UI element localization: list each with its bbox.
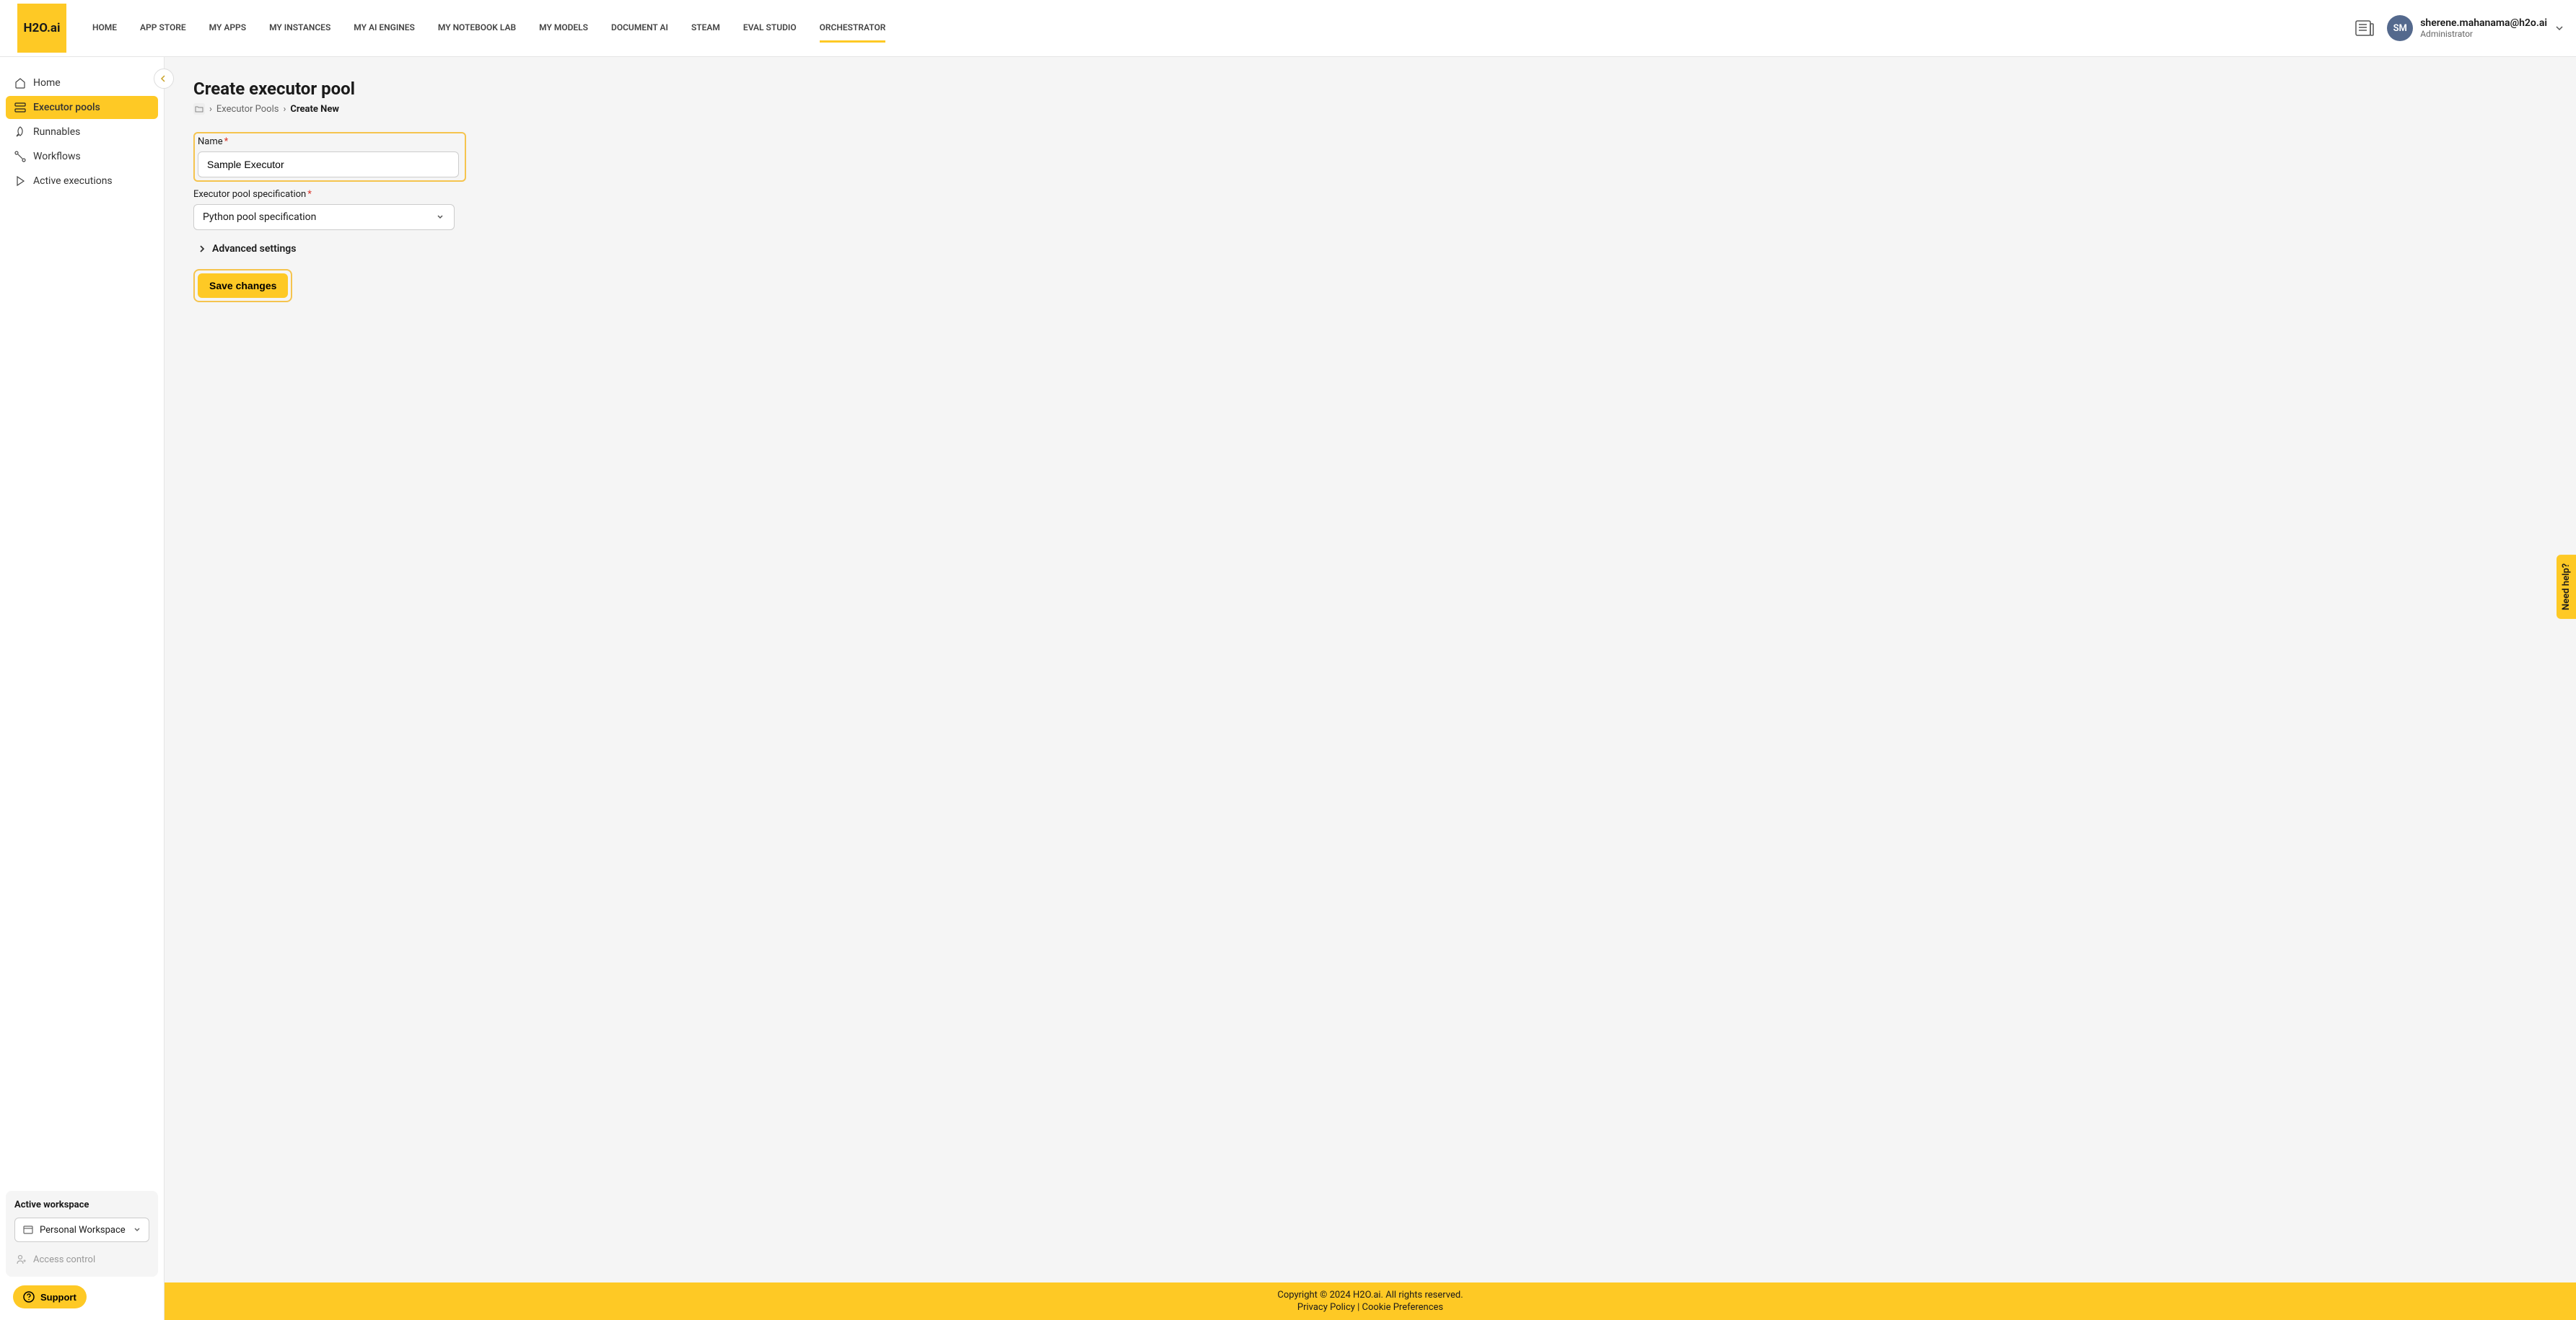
spec-label-row: Executor pool specification* xyxy=(193,189,2547,200)
name-label: Name xyxy=(198,136,223,147)
sidebar-collapse-button[interactable] xyxy=(154,69,174,89)
spec-label: Executor pool specification xyxy=(193,189,306,200)
sidebar-item-runnables[interactable]: Runnables xyxy=(6,120,158,144)
breadcrumb-sep: › xyxy=(209,104,212,115)
page-title: Create executor pool xyxy=(193,79,2547,99)
body: Home Executor pools Runnables Workflows … xyxy=(0,57,2576,1320)
access-icon xyxy=(16,1254,27,1265)
nav-my-notebook-lab[interactable]: MY NOTEBOOK LAB xyxy=(426,0,527,57)
chevron-left-icon xyxy=(160,75,167,82)
user-role: Administrator xyxy=(2420,29,2547,39)
sidebar-item-label: Runnables xyxy=(33,126,80,138)
sidebar-item-workflows[interactable]: Workflows xyxy=(6,145,158,168)
folder-icon xyxy=(193,103,205,115)
nav-my-apps[interactable]: MY APPS xyxy=(198,0,258,57)
sidebar-item-executor-pools[interactable]: Executor pools xyxy=(6,96,158,119)
nav-orchestrator[interactable]: ORCHESTRATOR xyxy=(808,0,898,57)
help-circle-icon xyxy=(23,1291,35,1303)
breadcrumb-current: Create New xyxy=(290,104,339,115)
logo[interactable]: H2O.ai xyxy=(17,4,66,53)
access-control-link[interactable]: Access control xyxy=(14,1251,149,1268)
sidebar-item-label: Executor pools xyxy=(33,102,100,113)
sidebar-item-active-executions[interactable]: Active executions xyxy=(6,170,158,193)
spec-value: Python pool specification xyxy=(203,211,316,223)
spec-select[interactable]: Python pool specification xyxy=(193,204,455,230)
cookie-link[interactable]: Cookie Preferences xyxy=(1362,1302,1444,1313)
home-icon xyxy=(14,77,26,89)
nav-my-models[interactable]: MY MODELS xyxy=(527,0,600,57)
main-content: Create executor pool › Executor Pools › … xyxy=(165,57,2576,1320)
advanced-settings-label: Advanced settings xyxy=(212,243,296,255)
play-icon xyxy=(14,175,26,187)
sidebar-item-home[interactable]: Home xyxy=(6,71,158,94)
sidebar-item-label: Active executions xyxy=(33,175,113,187)
chevron-right-icon xyxy=(198,245,206,253)
workflow-icon xyxy=(14,151,26,162)
nav-my-instances[interactable]: MY INSTANCES xyxy=(258,0,342,57)
nav-home[interactable]: HOME xyxy=(81,0,128,57)
access-control-label: Access control xyxy=(33,1254,95,1265)
nav-steam[interactable]: STEAM xyxy=(680,0,732,57)
workspace-icon xyxy=(22,1224,34,1236)
save-button[interactable]: Save changes xyxy=(198,273,288,298)
nav-eval-studio[interactable]: EVAL STUDIO xyxy=(732,0,808,57)
chevron-down-icon xyxy=(133,1226,141,1234)
top-nav: HOME APP STORE MY APPS MY INSTANCES MY A… xyxy=(81,0,2355,57)
sidebar-item-label: Home xyxy=(33,77,61,89)
nav-my-ai-engines[interactable]: MY AI ENGINES xyxy=(342,0,426,57)
required-indicator: * xyxy=(224,136,229,147)
workspace-selected: Personal Workspace xyxy=(40,1225,127,1236)
content-area: Create executor pool › Executor Pools › … xyxy=(165,57,2576,1282)
name-label-row: Name* xyxy=(198,136,459,147)
footer-links: Privacy Policy | Cookie Preferences xyxy=(165,1302,2576,1313)
rocket-icon xyxy=(14,126,26,138)
user-info: sherene.mahanama@h2o.ai Administrator xyxy=(2420,17,2547,39)
save-button-highlight: Save changes xyxy=(193,269,292,302)
support-button[interactable]: Support xyxy=(13,1285,87,1308)
footer-copyright: Copyright © 2024 H2O.ai. All rights rese… xyxy=(165,1290,2576,1301)
workspace-title: Active workspace xyxy=(14,1200,149,1210)
breadcrumb-sep: › xyxy=(283,104,286,115)
chevron-down-icon xyxy=(435,212,445,222)
news-icon[interactable] xyxy=(2355,20,2374,36)
workspace-select[interactable]: Personal Workspace xyxy=(14,1218,149,1242)
workspace-panel: Active workspace Personal Workspace Acce… xyxy=(6,1191,158,1277)
sidebar-item-label: Workflows xyxy=(33,151,81,162)
top-header: H2O.ai HOME APP STORE MY APPS MY INSTANC… xyxy=(0,0,2576,57)
nav-document-ai[interactable]: DOCUMENT AI xyxy=(600,0,680,57)
privacy-link[interactable]: Privacy Policy xyxy=(1297,1302,1355,1313)
user-menu[interactable]: SM sherene.mahanama@h2o.ai Administrator xyxy=(2387,15,2564,41)
user-email: sherene.mahanama@h2o.ai xyxy=(2420,17,2547,29)
header-right: SM sherene.mahanama@h2o.ai Administrator xyxy=(2355,15,2564,41)
avatar: SM xyxy=(2387,15,2413,41)
breadcrumb-root[interactable]: Executor Pools xyxy=(216,104,279,115)
name-form-group: Name* xyxy=(198,136,459,177)
name-input[interactable] xyxy=(198,151,459,177)
required-indicator: * xyxy=(307,189,312,200)
nav-app-store[interactable]: APP STORE xyxy=(128,0,198,57)
breadcrumb: › Executor Pools › Create New xyxy=(193,103,2547,115)
advanced-settings-toggle[interactable]: Advanced settings xyxy=(198,243,2547,255)
spec-form-group: Executor pool specification* Python pool… xyxy=(193,189,2547,230)
footer: Copyright © 2024 H2O.ai. All rights rese… xyxy=(165,1282,2576,1320)
chevron-down-icon xyxy=(2554,23,2564,33)
side-nav: Home Executor pools Runnables Workflows … xyxy=(0,71,164,194)
need-help-tab[interactable]: Need help? xyxy=(2557,555,2576,619)
sidebar: Home Executor pools Runnables Workflows … xyxy=(0,57,165,1320)
support-label: Support xyxy=(40,1292,76,1303)
pool-icon xyxy=(14,102,26,113)
name-field-highlight: Name* xyxy=(193,132,466,182)
